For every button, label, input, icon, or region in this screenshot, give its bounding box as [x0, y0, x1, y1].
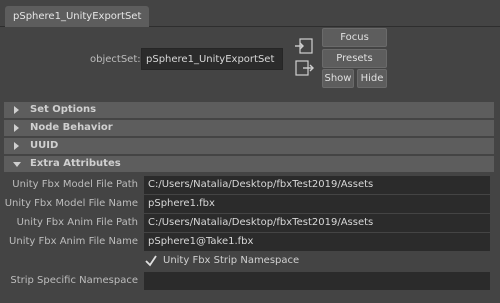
section-uuid-label: UUID [30, 140, 59, 151]
strip-namespace-label: Unity Fbx Strip Namespace [163, 255, 300, 266]
focus-button[interactable]: Focus [322, 28, 387, 47]
model-file-path-field[interactable]: C:/Users/Natalia/Desktop/fbxTest2019/Ass… [144, 176, 490, 194]
collapsed-arrow-icon [14, 124, 19, 132]
object-set-field[interactable]: pSphere1_UnityExportSet [141, 48, 283, 70]
collapsed-arrow-icon [14, 106, 19, 114]
section-extra-attributes-label: Extra Attributes [30, 158, 121, 169]
collapsed-arrow-icon [14, 142, 19, 150]
presets-button[interactable]: Presets [322, 49, 387, 68]
model-file-path-label: Unity Fbx Model File Path [12, 179, 138, 190]
model-file-name-field[interactable]: pSphere1.fbx [144, 195, 490, 213]
anim-file-name-label: Unity Fbx Anim File Name [9, 236, 138, 247]
anim-file-name-field[interactable]: pSphere1@Take1.fbx [144, 233, 490, 251]
model-file-name-label: Unity Fbx Model File Name [4, 198, 138, 209]
strip-specific-namespace-field[interactable] [144, 272, 490, 290]
checkmark-icon[interactable] [144, 254, 158, 268]
load-input-icon[interactable] [294, 37, 314, 55]
anim-file-path-field[interactable]: C:/Users/Natalia/Desktop/fbxTest2019/Ass… [144, 214, 490, 232]
section-node-behavior[interactable]: Node Behavior [4, 120, 494, 136]
section-set-options-label: Set Options [30, 104, 97, 115]
tab-unity-export-set[interactable]: pSphere1_UnityExportSet [5, 6, 150, 27]
anim-file-path-label: Unity Fbx Anim File Path [16, 217, 138, 228]
strip-specific-namespace-label: Strip Specific Namespace [10, 275, 138, 286]
load-output-icon[interactable] [294, 59, 314, 77]
tab-strip: pSphere1_UnityExportSet [0, 0, 500, 27]
object-set-label: objectSet: [90, 54, 141, 65]
section-set-options[interactable]: Set Options [4, 102, 494, 118]
show-button[interactable]: Show [322, 69, 354, 88]
section-node-behavior-label: Node Behavior [30, 122, 113, 133]
expanded-arrow-icon [13, 162, 21, 167]
hide-button[interactable]: Hide [357, 69, 387, 88]
section-uuid[interactable]: UUID [4, 138, 494, 154]
section-extra-attributes[interactable]: Extra Attributes [4, 156, 494, 172]
